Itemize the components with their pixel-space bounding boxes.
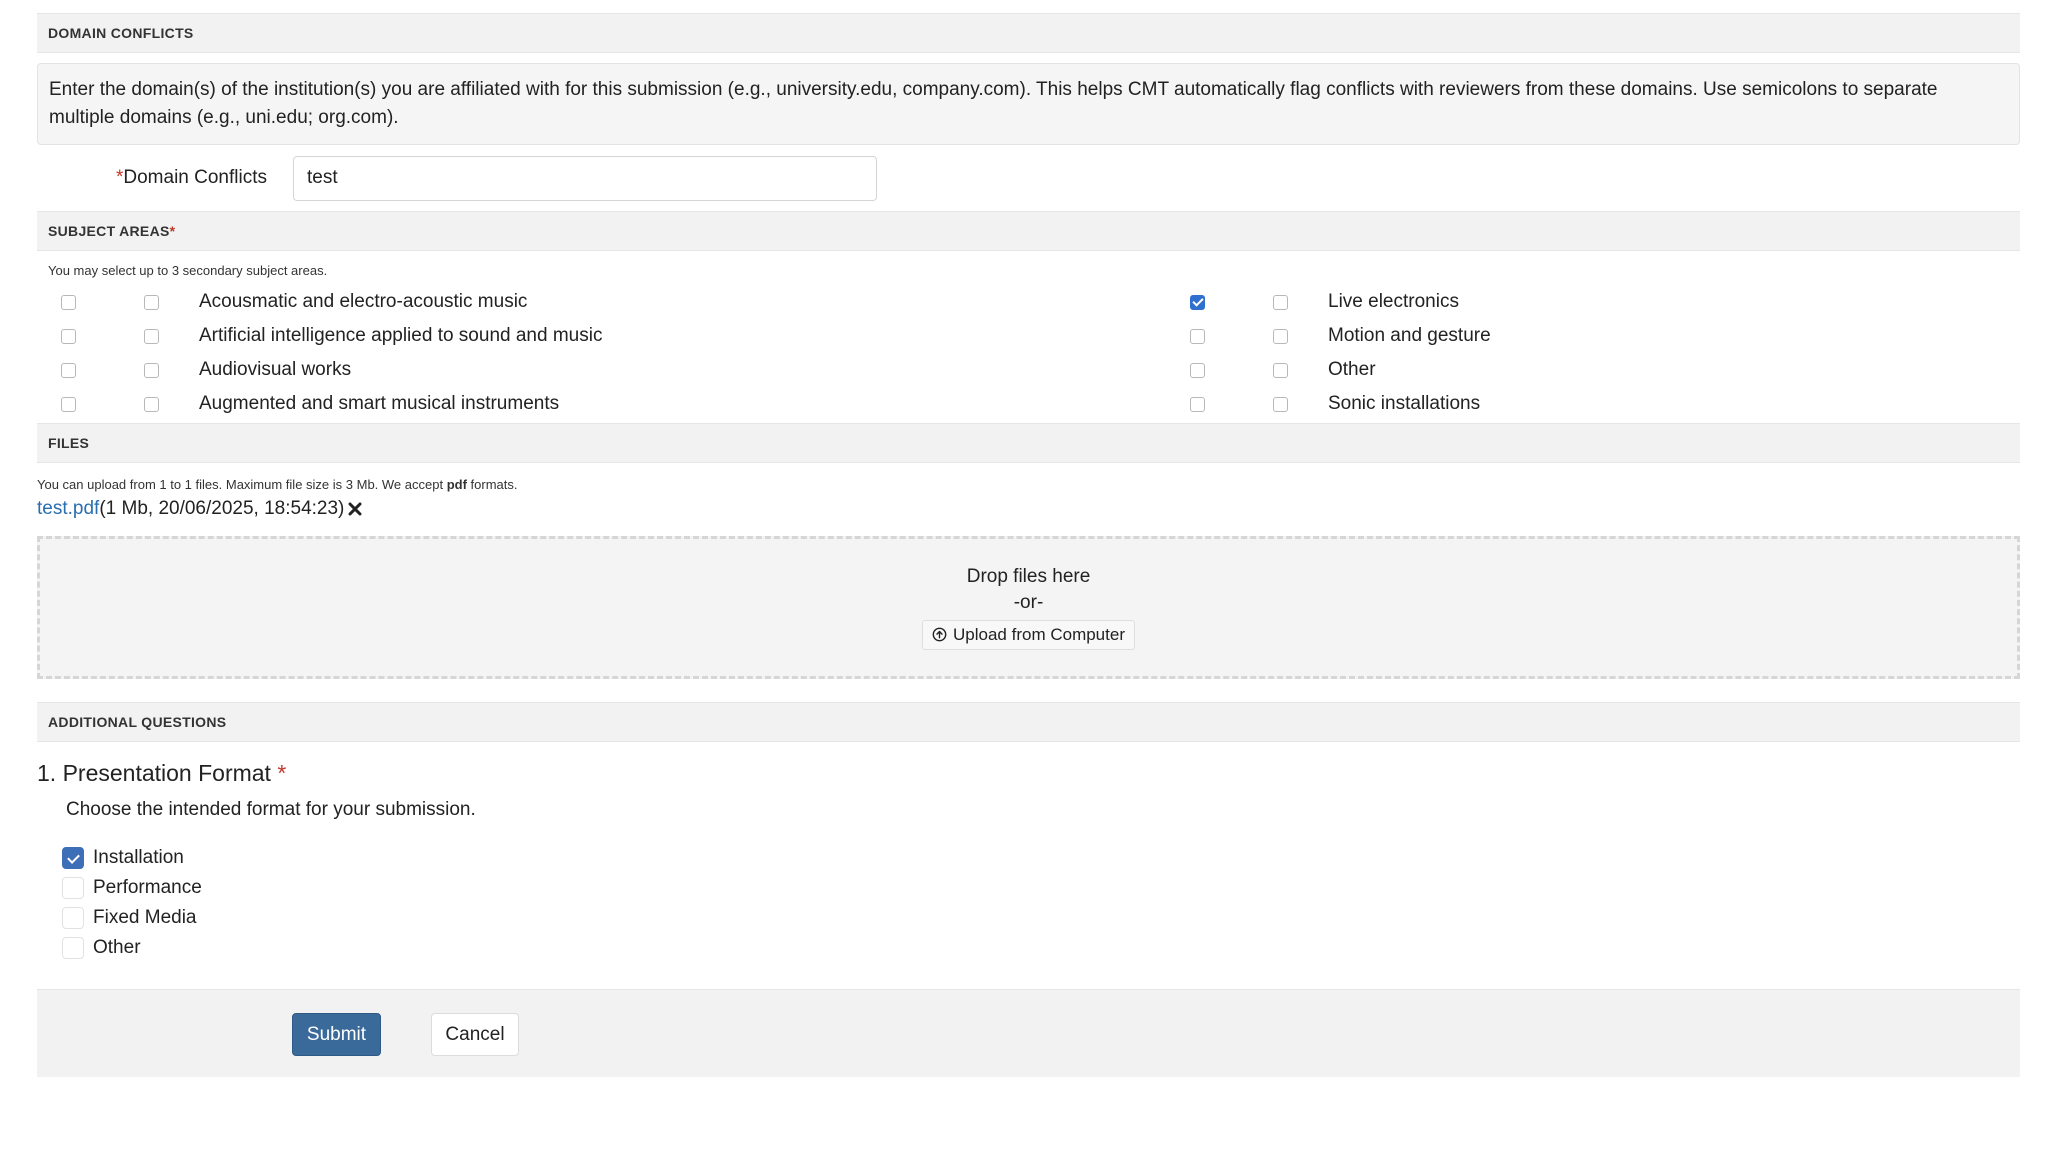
files-note-prefix: You can upload from 1 to 1 files. Maximu… [37, 477, 447, 492]
subject-row: Sonic installations [1190, 387, 1491, 421]
subject-row: Sound art [1190, 421, 1491, 423]
option-checkbox[interactable] [62, 877, 84, 899]
uploaded-file: test.pdf (1 Mb, 20/06/2025, 18:54:23) [37, 498, 2020, 520]
subject-label: Audiovisual works [199, 359, 352, 380]
primary-subject-checkbox[interactable] [61, 294, 76, 310]
subject-areas-header: SUBJECT AREAS * [37, 211, 2020, 251]
or-text: -or- [1013, 591, 1044, 613]
primary-subject-checkbox[interactable] [61, 328, 76, 344]
upload-from-computer-button[interactable]: Upload from Computer [922, 619, 1135, 650]
subject-row: Aural diversities [61, 421, 602, 423]
domain-conflicts-info: Enter the domain(s) of the institution(s… [37, 63, 2020, 145]
domain-conflicts-label: *Domain Conflicts [37, 167, 293, 189]
subject-row: Audiovisual works [61, 353, 602, 387]
uploaded-file-meta: (1 Mb, 20/06/2025, 18:54:23) [99, 498, 345, 519]
files-note-format: pdf [446, 477, 467, 492]
primary-subject-checkbox[interactable] [61, 396, 76, 412]
subject-row: Acousmatic and electro-acoustic music [61, 285, 602, 319]
subject-label: Live electronics [1328, 291, 1459, 312]
option-fixed-media[interactable]: Fixed Media [62, 903, 2020, 933]
primary-subject-checkbox[interactable] [61, 362, 76, 378]
submission-form: DOMAIN CONFLICTS Enter the domain(s) of … [37, 13, 2020, 1077]
primary-subject-checkbox[interactable] [1190, 328, 1205, 344]
subject-row: Artificial intelligence applied to sound… [61, 319, 602, 353]
domain-conflicts-input[interactable] [293, 155, 877, 201]
upload-button-label: Upload from Computer [953, 624, 1125, 644]
form-footer: Submit Cancel [37, 989, 2020, 1077]
subject-areas-note: You may select up to 3 secondary subject… [48, 263, 328, 278]
secondary-subject-checkbox[interactable] [144, 396, 159, 412]
secondary-subject-checkbox[interactable] [144, 328, 159, 344]
uploaded-file-link[interactable]: test.pdf [37, 498, 99, 520]
secondary-subject-checkbox[interactable] [1273, 362, 1288, 378]
question-title: 1. Presentation Format * [37, 760, 2020, 787]
question-description: Choose the intended format for your subm… [66, 799, 476, 820]
secondary-subject-checkbox[interactable] [1273, 294, 1288, 310]
subject-areas-list[interactable]: You may select up to 3 secondary subject… [37, 251, 2020, 423]
subject-row: Other [1190, 353, 1491, 387]
subject-label: Artificial intelligence applied to sound… [199, 325, 603, 346]
subject-row: Augmented and smart musical instruments [61, 387, 602, 421]
option-other[interactable]: Other [62, 933, 2020, 963]
upload-icon [932, 627, 947, 642]
additional-questions-header: ADDITIONAL QUESTIONS [37, 702, 2020, 742]
subject-label: Sonic installations [1328, 393, 1481, 414]
secondary-subject-checkbox[interactable] [1273, 328, 1288, 344]
option-checkbox[interactable] [62, 937, 84, 959]
files-title: FILES [48, 435, 90, 451]
additional-questions-title: ADDITIONAL QUESTIONS [48, 714, 227, 730]
files-header: FILES [37, 423, 2020, 463]
secondary-subject-checkbox[interactable] [1273, 396, 1288, 412]
file-dropzone[interactable]: Drop files here -or- Upload from Compute… [37, 536, 2020, 679]
secondary-subject-checkbox[interactable] [144, 362, 159, 378]
subject-areas-right-column: Live electronics Motion and gesture Other S… [1190, 285, 1491, 423]
option-checkbox[interactable] [62, 847, 84, 869]
subject-label: Other [1328, 359, 1376, 380]
secondary-subject-checkbox[interactable] [144, 294, 159, 310]
question-title-text: 1. Presentation Format [37, 760, 271, 786]
domain-conflicts-header: DOMAIN CONFLICTS [37, 13, 2020, 53]
required-mark: * [169, 223, 176, 239]
files-note-suffix: formats. [466, 477, 518, 492]
drop-files-text: Drop files here [966, 565, 1091, 587]
subject-label: Augmented and smart musical instruments [199, 393, 560, 414]
domain-conflicts-field-row: *Domain Conflicts [37, 145, 2020, 211]
required-mark: * [277, 760, 287, 786]
primary-subject-checkbox[interactable] [1190, 294, 1205, 310]
option-label: Other [93, 937, 141, 958]
domain-conflicts-label-text: Domain Conflicts [123, 167, 267, 188]
remove-file-icon[interactable] [348, 502, 362, 516]
option-label: Fixed Media [93, 907, 197, 928]
option-installation[interactable]: Installation [62, 843, 2020, 873]
subject-row: Live electronics [1190, 285, 1491, 319]
files-note: You can upload from 1 to 1 files. Maximu… [37, 477, 2020, 492]
subject-label: Acousmatic and electro-acoustic music [199, 291, 528, 312]
subject-areas-title: SUBJECT AREAS [48, 223, 170, 239]
domain-conflicts-title: DOMAIN CONFLICTS [48, 25, 194, 41]
subject-row: Motion and gesture [1190, 319, 1491, 353]
option-checkbox[interactable] [62, 907, 84, 929]
presentation-format-options: Installation Performance Fixed Media Other [37, 843, 2020, 963]
subject-label: Motion and gesture [1328, 325, 1491, 346]
option-label: Installation [93, 847, 184, 868]
primary-subject-checkbox[interactable] [1190, 396, 1205, 412]
option-performance[interactable]: Performance [62, 873, 2020, 903]
option-label: Performance [93, 877, 202, 898]
submit-button[interactable]: Submit [292, 1013, 381, 1056]
cancel-button[interactable]: Cancel [431, 1013, 519, 1056]
primary-subject-checkbox[interactable] [1190, 362, 1205, 378]
subject-areas-left-column: Acousmatic and electro-acoustic music Art… [61, 285, 602, 423]
